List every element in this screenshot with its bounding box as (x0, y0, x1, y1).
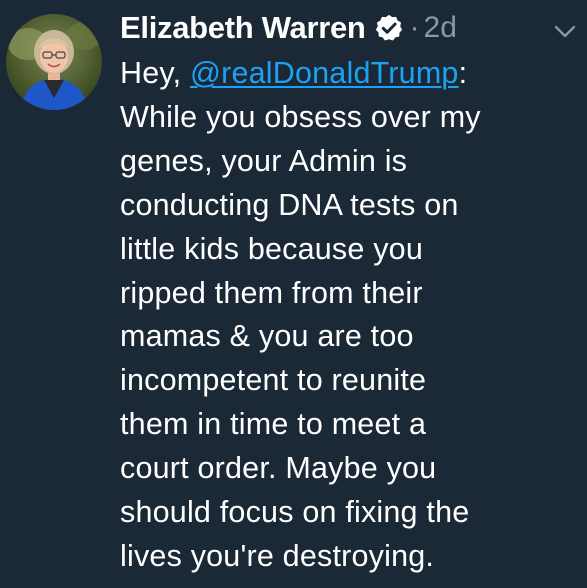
tweet-line: them in time to meet a (120, 407, 427, 442)
avatar[interactable] (6, 14, 102, 110)
tweet-line: conducting DNA tests on (120, 187, 459, 222)
tweet-line: lives you're destroying. (120, 538, 435, 573)
author-name[interactable]: Elizabeth Warren (120, 10, 366, 46)
tweet-first-line: Hey, @realDonaldTrump: (120, 52, 580, 96)
greeting-text: Hey, (120, 56, 190, 90)
tweet-line: While you obsess over my (120, 99, 481, 134)
tweet-line: should focus on fixing the (120, 495, 470, 530)
profile-photo (6, 14, 102, 110)
tweet-line: incompetent to reunite (120, 363, 427, 398)
verified-badge-icon (374, 13, 404, 43)
tweet-text: Hey, @realDonaldTrump: While you obsess … (120, 52, 580, 579)
timestamp[interactable]: 2d (424, 11, 457, 45)
mention-link[interactable]: @realDonaldTrump (190, 56, 459, 90)
tweet-line: court order. Maybe you (120, 451, 437, 486)
separator-dot: · (409, 11, 420, 44)
tweet-header: Elizabeth Warren · 2d (120, 6, 457, 50)
mention-colon: : (458, 56, 468, 90)
tweet-line: little kids because you (120, 231, 423, 266)
tweet-card: Elizabeth Warren · 2d Hey, @realDonaldTr… (0, 0, 587, 588)
tweet-line: genes, your Admin is (120, 143, 408, 178)
chevron-down-icon[interactable] (550, 16, 580, 46)
tweet-line: ripped them from their (120, 275, 423, 310)
tweet-line: mamas & you are too (120, 319, 414, 354)
